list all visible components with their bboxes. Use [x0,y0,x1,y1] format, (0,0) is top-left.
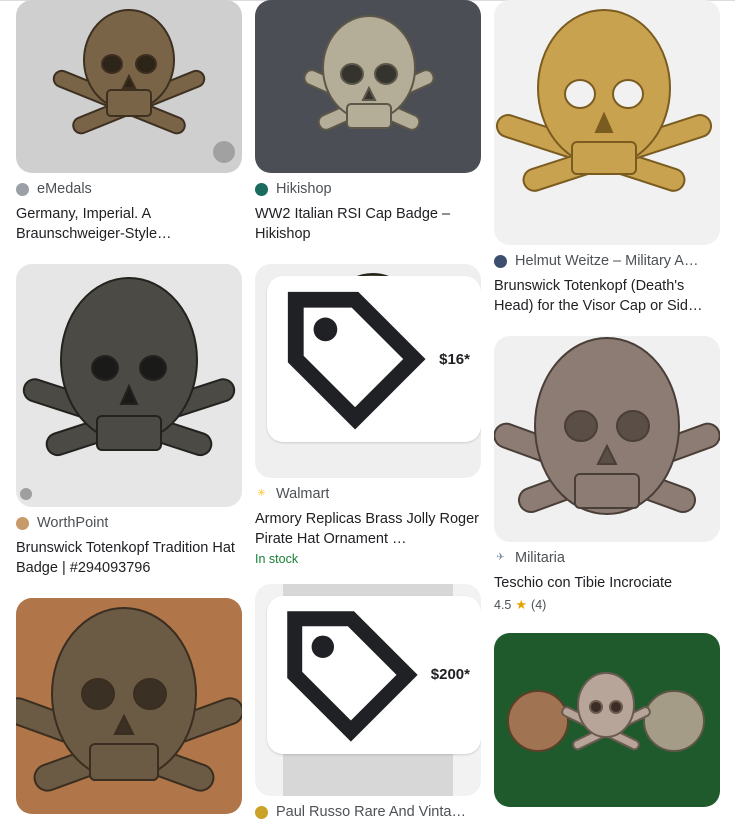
skull-badge-image [16,264,242,507]
price-value: $200* [430,666,470,684]
worthpoint-favicon-icon [16,516,29,530]
source-name: Walmart [276,486,330,502]
result-image[interactable] [255,0,481,173]
skull-badge-image [494,633,720,807]
results-column-3: Helmut Weitze – Military A… Brunswick To… [494,0,720,821]
results-column-2: Hikishop WW2 Italian RSI Cap Badge – Hik… [255,0,481,835]
result-image[interactable]: $200* [255,584,481,796]
result-title[interactable]: Brunswick Totenkopf Tradition Hat Badge … [16,538,242,578]
result-card[interactable]: $200* Paul Russo Rare And Vinta… [255,584,481,821]
results-column-1: eMedals Germany, Imperial. A Braunschwei… [16,0,242,828]
result-image[interactable] [494,633,720,807]
result-source[interactable]: eMedals [16,180,242,198]
result-source[interactable]: WorthPoint [16,514,242,532]
result-source[interactable]: Hikishop [255,180,481,198]
result-source[interactable]: Paul Russo Rare And Vinta… [255,803,481,821]
walmart-spark-icon: ✳ [257,488,266,499]
result-source[interactable]: ✈ Militaria [494,549,720,567]
result-card[interactable]: Hikishop WW2 Italian RSI Cap Badge – Hik… [255,0,481,244]
result-source[interactable]: ✳ Walmart [255,485,481,503]
result-title[interactable]: Brunswick Totenkopf (Death's Head) for t… [494,276,720,316]
source-name: Paul Russo Rare And Vinta… [276,804,466,820]
emedals-favicon-icon [16,182,29,196]
result-card[interactable]: ✈ Militaria Teschio con Tibie Incrociate… [494,336,720,613]
price-value: $16* [439,350,470,368]
result-image[interactable]: $16* [255,264,481,478]
result-image[interactable] [16,598,242,814]
source-name: eMedals [37,181,92,197]
skull-badge-image [255,0,481,173]
result-card[interactable]: Helmut Weitze – Military A… Brunswick To… [494,0,720,316]
result-card[interactable]: $16* ✳ Walmart Armory Replicas Brass Jol… [255,264,481,566]
source-name: Militaria [515,550,565,566]
stock-status: In stock [255,552,299,566]
hikishop-favicon-icon [255,182,268,196]
result-image[interactable] [16,264,242,507]
result-source[interactable]: Helmut Weitze – Military A… [494,252,720,270]
result-card[interactable]: WorthPoint Brunswick Totenkopf Tradition… [16,264,242,578]
source-name: WorthPoint [37,515,109,531]
price-badge: $200* [267,596,481,754]
star-icon: ★ [515,597,528,612]
paul-russo-favicon-icon [255,805,268,819]
rating-row: 4.5 ★ (4) [494,597,720,613]
source-name: Helmut Weitze – Military A… [515,253,699,269]
result-title[interactable]: Germany, Imperial. A Braunschweiger-Styl… [16,204,242,244]
weitze-favicon-icon [494,254,507,268]
militaria-favicon-icon: ✈ [496,552,505,563]
review-count: (4) [531,598,547,612]
result-title[interactable]: Teschio con Tibie Incrociate [494,573,720,593]
result-image[interactable] [494,336,720,542]
price-tag-icon [287,611,418,742]
rating-value: 4.5 [494,598,512,612]
result-card[interactable]: eMedals Germany, Imperial. A Braunschwei… [16,0,242,244]
result-card[interactable] [16,598,242,814]
skull-badge-image [494,0,720,245]
skull-badge-image [16,0,242,173]
result-image[interactable] [494,0,720,245]
result-image[interactable] [16,0,242,173]
price-badge: $16* [267,276,481,443]
source-name: Hikishop [276,181,332,197]
price-tag-icon [287,291,426,430]
result-title[interactable]: WW2 Italian RSI Cap Badge – Hikishop [255,204,481,244]
result-title[interactable]: Armory Replicas Brass Jolly Roger Pirate… [255,509,481,549]
result-card[interactable] [494,633,720,807]
skull-badge-image [16,598,242,814]
skull-badge-image [494,336,720,542]
